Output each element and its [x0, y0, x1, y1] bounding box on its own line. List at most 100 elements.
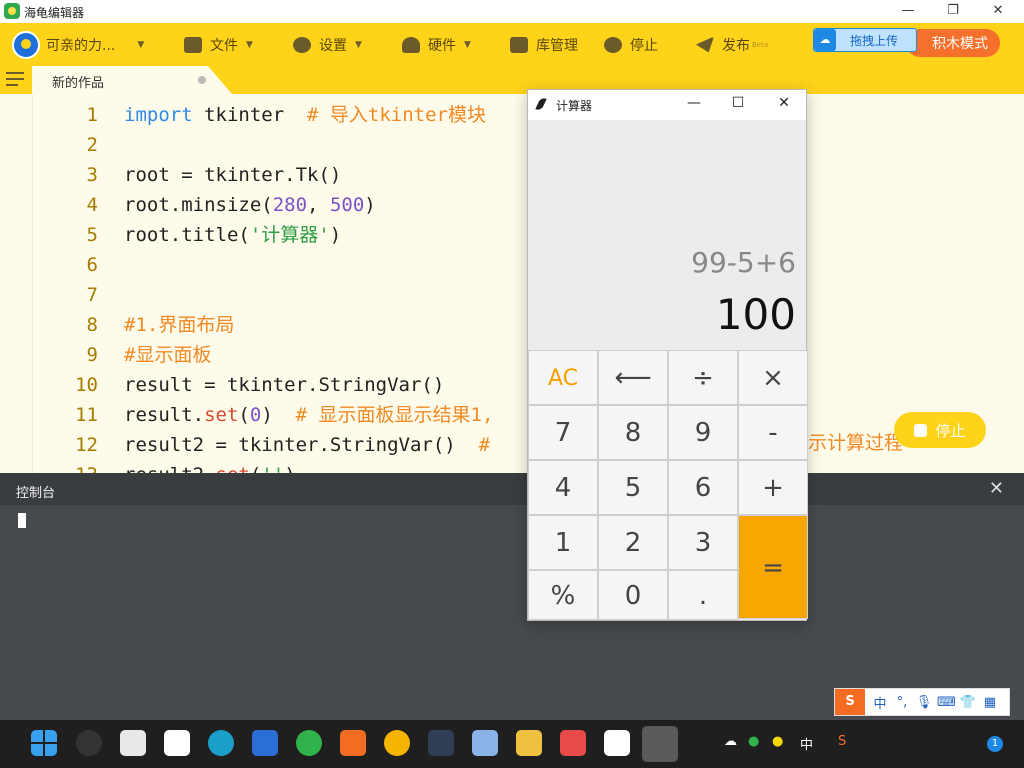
python-feather-icon[interactable] — [642, 726, 678, 762]
key-0[interactable]: 0 — [598, 570, 668, 620]
key-7[interactable]: 7 — [528, 405, 598, 460]
hardware-menu[interactable]: 硬件 ▼ — [402, 23, 471, 66]
widgets-icon[interactable] — [164, 730, 190, 756]
key-multiply[interactable]: × — [738, 350, 808, 405]
user-menu[interactable]: 可亲的力... ▼ — [12, 23, 144, 66]
keypad: AC ⟵ ÷ × 7 8 9 - 4 5 6 + 1 2 3 = % 0 . — [528, 350, 808, 620]
tab-new-work[interactable]: 新的作品 — [32, 66, 232, 94]
key-divide[interactable]: ÷ — [668, 350, 738, 405]
gear-icon — [293, 36, 311, 53]
microphone-icon[interactable]: 🎙 — [915, 695, 933, 710]
punctuation-icon[interactable]: °, — [893, 695, 911, 710]
calc-minimize-button[interactable]: — — [684, 95, 704, 111]
key-percent[interactable]: % — [528, 570, 598, 620]
window-title: 海龟编辑器 — [24, 6, 85, 20]
sogou-icon[interactable] — [340, 730, 366, 756]
key-clear[interactable]: AC — [528, 350, 598, 405]
language-indicator[interactable]: 中 — [800, 734, 813, 753]
green-app-icon[interactable] — [296, 730, 322, 756]
app-logo-icon — [4, 3, 20, 19]
tray-app-icon[interactable]: ● — [748, 734, 759, 749]
stop-run-button[interactable]: 停止 — [894, 412, 986, 448]
publish-label: 发布 — [722, 37, 750, 54]
console-header: 控制台 ✕ — [0, 473, 1024, 505]
tray-plus-icon[interactable]: ● — [772, 734, 783, 749]
file-menu-label: 文件 — [210, 37, 238, 54]
task-view-icon[interactable] — [120, 730, 146, 756]
photos-icon[interactable] — [472, 730, 498, 756]
maximize-button[interactable]: ❐ — [938, 2, 968, 20]
search-icon[interactable] — [76, 730, 102, 756]
tab-bar: 新的作品 — [0, 66, 1024, 94]
folder-icon — [184, 36, 202, 53]
beta-badge: Beta — [752, 40, 769, 49]
library-button[interactable]: 库管理 — [510, 23, 578, 66]
file-menu[interactable]: 文件 ▼ — [184, 23, 253, 66]
hardware-menu-label: 硬件 — [428, 37, 456, 54]
user-name: 可亲的力... — [46, 37, 116, 54]
baidu-netdisk-icon[interactable] — [604, 730, 630, 756]
keyboard-icon[interactable]: ⌨ — [937, 695, 956, 710]
skin-icon[interactable]: 👕 — [959, 695, 977, 710]
key-4[interactable]: 4 — [528, 460, 598, 515]
block-mode-label: 积木模式 — [932, 36, 988, 52]
key-6[interactable]: 6 — [668, 460, 738, 515]
chrome-icon[interactable] — [384, 730, 410, 756]
drag-upload-button[interactable]: ☁ 拖拽上传 — [813, 28, 917, 52]
cloud-tray-icon[interactable]: ☁ — [724, 734, 737, 749]
sogou-tray-icon[interactable]: S — [838, 734, 846, 749]
notification-badge[interactable]: 1 — [987, 736, 1003, 752]
key-dot[interactable]: . — [668, 570, 738, 620]
settings-menu[interactable]: 设置 ▼ — [293, 23, 362, 66]
loaf-icon[interactable] — [428, 730, 454, 756]
key-1[interactable]: 1 — [528, 515, 598, 570]
code-comment-fragment: 示计算过程 — [808, 432, 904, 454]
chevron-down-icon: ▼ — [464, 39, 471, 50]
avatar — [12, 30, 40, 59]
box-icon — [510, 36, 528, 53]
calculator-title: 计算器 — [556, 99, 593, 113]
stop-button-toolbar[interactable]: 停止 — [604, 23, 658, 66]
main-toolbar: 可亲的力... ▼ 文件 ▼ 设置 ▼ 硬件 ▼ 库管理 停止 发布 Beta … — [0, 23, 1024, 66]
stop-square-icon — [914, 423, 928, 437]
close-button[interactable]: ✕ — [983, 2, 1013, 20]
key-2[interactable]: 2 — [598, 515, 668, 570]
turtle-editor-icon[interactable] — [560, 730, 586, 756]
calculator-title-bar: 计算器 — ☐ ✕ — [528, 90, 806, 120]
cloud-icon: ☁ — [814, 29, 836, 51]
calculator-window: 计算器 — ☐ ✕ 99-5+6 100 AC ⟵ ÷ × 7 8 9 - 4 … — [527, 89, 808, 621]
key-minus[interactable]: - — [738, 405, 808, 460]
ime-mode[interactable]: 中 — [871, 693, 889, 712]
calculator-display: 99-5+6 100 — [528, 120, 806, 350]
key-3[interactable]: 3 — [668, 515, 738, 570]
key-plus[interactable]: + — [738, 460, 808, 515]
code-editor[interactable]: 1 import tkinter # 导入tkinter模块 2 3 root = … — [0, 94, 1024, 473]
title-bar: 海龟编辑器 — ❐ ✕ — [0, 0, 1024, 23]
expression-text: 99-5+6 — [691, 246, 796, 279]
store-icon[interactable] — [252, 730, 278, 756]
taskbar: ☁ ● ● 中 S — [0, 720, 1024, 768]
toolbox-icon[interactable]: ▦ — [981, 695, 999, 710]
calc-maximize-button[interactable]: ☐ — [728, 95, 748, 111]
publish-button[interactable]: 发布 Beta — [696, 23, 768, 66]
block-mode-button[interactable]: 积木模式 — [906, 29, 1000, 57]
stop-label: 停止 — [630, 37, 658, 54]
close-console-icon[interactable]: ✕ — [989, 478, 1004, 499]
feather-icon — [535, 96, 547, 112]
folder-lock-icon[interactable] — [516, 730, 542, 756]
key-8[interactable]: 8 — [598, 405, 668, 460]
screen: 海龟编辑器 — ❐ ✕ 可亲的力... ▼ 文件 ▼ 设置 ▼ 硬件 ▼ 库管理 — [0, 0, 1024, 768]
start-icon[interactable] — [31, 730, 57, 756]
key-equals[interactable]: = — [738, 515, 808, 619]
key-9[interactable]: 9 — [668, 405, 738, 460]
calc-close-button[interactable]: ✕ — [774, 95, 794, 111]
stop-icon — [604, 36, 622, 53]
unsaved-dot-icon — [198, 76, 206, 84]
edge-icon[interactable] — [208, 730, 234, 756]
menu-toggle-icon[interactable] — [6, 72, 24, 88]
chevron-down-icon: ▼ — [246, 39, 253, 50]
text-cursor — [18, 513, 26, 528]
key-5[interactable]: 5 — [598, 460, 668, 515]
key-backspace[interactable]: ⟵ — [598, 350, 668, 405]
minimize-button[interactable]: — — [893, 2, 923, 20]
